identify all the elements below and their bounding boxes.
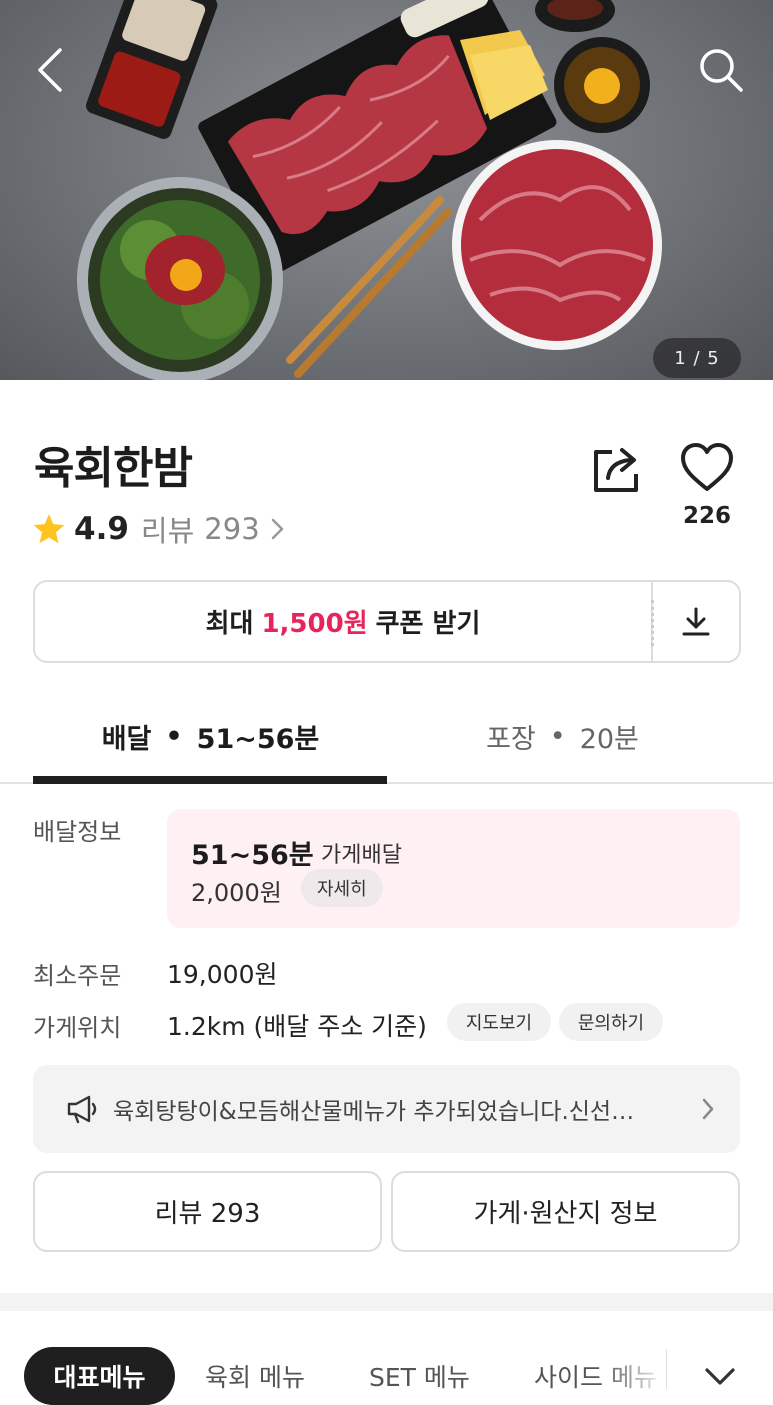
tab-takeout-time: 20분 <box>579 723 639 755</box>
rating-value: 4.9 <box>74 511 129 547</box>
dot-separator: • <box>165 720 183 752</box>
delivery-type: 가게배달 <box>321 843 402 868</box>
location-value: 1.2km (배달 주소 기준) <box>167 1012 427 1041</box>
back-button[interactable] <box>22 40 82 100</box>
store-origin-info-button[interactable]: 가게·원산지 정보 <box>391 1171 740 1252</box>
coupon-amount: 1,500원 <box>261 609 368 639</box>
map-button[interactable]: 지도보기 <box>447 1003 551 1041</box>
chevron-right-icon <box>702 1098 714 1120</box>
coupon-prefix: 최대 <box>205 609 254 639</box>
download-icon <box>682 607 710 635</box>
dot-separator: • <box>549 720 566 752</box>
store-notice[interactable]: 육회탕탕이&모듬해산물메뉴가 추가되었습니다.신선… <box>33 1065 740 1153</box>
delivery-fee: 2,000원 <box>191 879 282 907</box>
review-button[interactable]: 리뷰 293 <box>33 1171 382 1252</box>
chevron-down-icon[interactable] <box>700 1357 740 1397</box>
menu-tab-yukhoe[interactable]: 육회 메뉴 <box>205 1347 305 1405</box>
tab-takeout-label: 포장 <box>486 723 536 755</box>
tab-delivery-time: 51~56분 <box>196 723 320 755</box>
hero-image[interactable]: 1 / 5 <box>0 0 773 380</box>
store-name: 육회한밤 <box>34 443 193 494</box>
review-link-label: 리뷰 <box>140 514 195 548</box>
food-photo <box>77 0 662 380</box>
inquiry-button[interactable]: 문의하기 <box>559 1003 663 1041</box>
tab-separator <box>666 1349 667 1389</box>
star-icon <box>33 514 65 544</box>
chevron-right-icon <box>271 518 283 540</box>
section-divider <box>0 1293 773 1311</box>
search-button[interactable] <box>691 40 751 100</box>
tab-takeout[interactable]: 포장 • 20분 <box>385 690 740 782</box>
tab-delivery-label: 배달 <box>101 723 152 755</box>
order-type-tabs: 배달 • 51~56분 포장 • 20분 <box>0 690 773 784</box>
notice-text: 육회탕탕이&모듬해산물메뉴가 추가되었습니다.신선… <box>113 1099 635 1125</box>
active-tab-indicator <box>33 776 387 784</box>
review-link[interactable]: 리뷰 293 <box>141 508 288 550</box>
share-icon[interactable] <box>590 442 644 496</box>
megaphone-icon <box>67 1095 97 1124</box>
coupon-download-button[interactable] <box>651 580 741 663</box>
menu-tab-set[interactable]: SET 메뉴 <box>369 1347 470 1405</box>
tab-fade-overlay <box>600 1347 668 1405</box>
coupon-suffix: 쿠폰 받기 <box>375 609 481 639</box>
min-order-value: 19,000원 <box>167 960 278 989</box>
tab-delivery[interactable]: 배달 • 51~56분 <box>33 690 388 782</box>
location-label: 가게위치 <box>33 1014 122 1042</box>
chevron-left-icon <box>38 48 62 92</box>
menu-category-tabs: 대표메뉴 육회 메뉴 SET 메뉴 사이드 메뉴 <box>0 1311 773 1405</box>
rating-row: 4.9 리뷰 293 <box>32 508 288 550</box>
search-icon <box>700 49 743 92</box>
delivery-time: 51~56분 <box>191 840 314 871</box>
menu-tab-featured[interactable]: 대표메뉴 <box>24 1347 175 1405</box>
like-count: 226 <box>682 503 731 529</box>
delivery-info-box: 51~56분 가게배달 2,000원 자세히 <box>167 809 740 928</box>
review-count: 293 <box>204 512 260 546</box>
coupon-button[interactable]: 최대 1,500원 쿠폰 받기 <box>33 580 651 663</box>
delivery-info-label: 배달정보 <box>33 818 122 846</box>
image-counter: 1 / 5 <box>653 338 741 378</box>
coupon-banner: 최대 1,500원 쿠폰 받기 <box>33 580 741 663</box>
delivery-detail-button[interactable]: 자세히 <box>301 869 383 907</box>
min-order-label: 최소주문 <box>33 962 122 990</box>
heart-icon[interactable] <box>680 443 734 493</box>
